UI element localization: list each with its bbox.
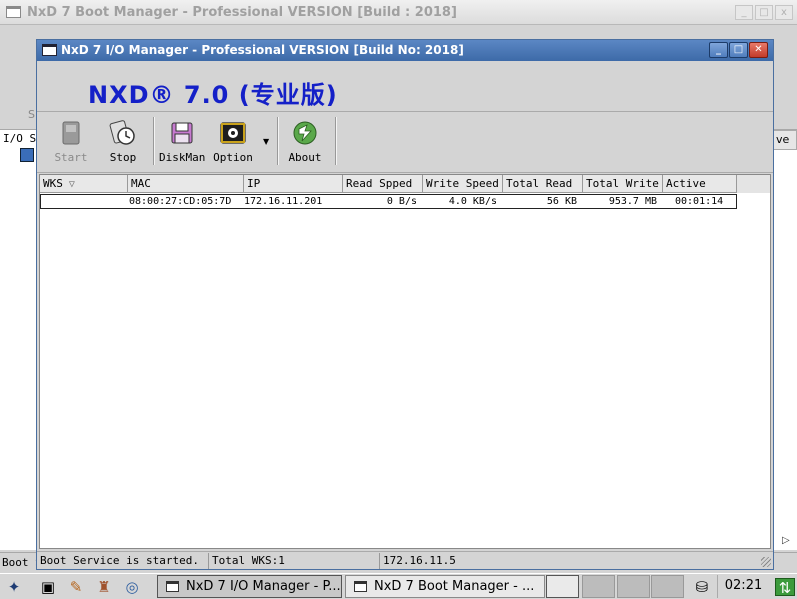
task-label: NxD 7 I/O Manager - P... [186, 579, 341, 594]
boot-manager-tree[interactable]: I/O S [0, 130, 38, 550]
close-button[interactable]: x [775, 5, 793, 20]
about-icon [293, 121, 317, 145]
option-button[interactable]: Option [211, 117, 255, 169]
cell-total-write: 953.7 MB [608, 196, 657, 207]
cell-active: 00:01:14 [675, 196, 724, 207]
start-menu-icon[interactable]: ✦ [4, 578, 24, 596]
stop-icon [109, 120, 135, 145]
cell-read-speed: 0 B/s [386, 196, 417, 207]
maximize-button[interactable]: □ [755, 5, 773, 20]
editor-icon[interactable]: ✎ [66, 578, 86, 596]
column-header-fragment: ve [772, 130, 797, 150]
task-io-manager[interactable]: NxD 7 I/O Manager - P... [157, 575, 342, 598]
product-banner: NXD® 7.0 (专业版) [37, 61, 773, 112]
diskman-icon [171, 122, 193, 144]
taskbar: ✦ ▣ ✎ ♜ ◎ NxD 7 I/O Manager - P... NxD 7… [0, 573, 797, 599]
window-icon [42, 44, 57, 56]
start-icon [62, 121, 80, 145]
table-row[interactable]: 08:00:27:CD:05:7D 172.16.11.201 0 B/s 4.… [40, 194, 737, 209]
toolbar: Start Stop DiskMan Option ▼ About [37, 113, 773, 173]
task-boot-manager[interactable]: NxD 7 Boot Manager - ... [345, 575, 545, 598]
scroll-right-arrow-icon[interactable]: ▷ [782, 535, 790, 546]
list-header: WKS ▽ MAC IP Read Spped Write Speed Total… [40, 175, 770, 193]
task-label: NxD 7 Boot Manager - ... [374, 579, 535, 594]
update-icon[interactable]: ⇅ [775, 578, 795, 597]
toolbar-separator [277, 117, 279, 165]
column-header-write-speed[interactable]: Write Speed [423, 175, 503, 193]
column-header-read-speed[interactable]: Read Spped [343, 175, 423, 193]
boot-manager-list-area [772, 150, 797, 550]
status-total-wks: Total WKS:1 [210, 553, 380, 569]
diskman-label: DiskMan [159, 151, 206, 164]
terminal-icon[interactable]: ▣ [38, 578, 58, 596]
desktop-pager-2[interactable] [582, 575, 615, 598]
cell-mac: 08:00:27:CD:05:7D [129, 196, 232, 207]
column-header-ip[interactable]: IP [244, 175, 343, 193]
column-header-wks[interactable]: WKS ▽ [40, 175, 128, 193]
minimize-button[interactable]: _ [735, 5, 753, 20]
option-dropdown-arrow-icon[interactable]: ▼ [263, 137, 269, 146]
about-button[interactable]: About [285, 117, 325, 169]
column-header-total-read[interactable]: Total Read [503, 175, 583, 193]
clock[interactable]: 02:21 [717, 575, 769, 598]
paint-icon[interactable]: ♜ [94, 578, 114, 596]
desktop-pager-1[interactable] [546, 575, 579, 598]
desktop-pager-4[interactable] [651, 575, 684, 598]
cell-ip: 172.16.11.201 [244, 196, 323, 207]
stop-label: Stop [109, 151, 137, 164]
io-manager-title: NxD 7 I/O Manager - Professional VERSION… [61, 43, 464, 57]
desktop-pager-3[interactable] [617, 575, 650, 598]
io-manager-status-bar: Boot Service is started. Total WKS:1 172… [37, 551, 773, 569]
toolbar-separator [153, 117, 155, 165]
column-header-total-write[interactable]: Total Write [583, 175, 663, 193]
cell-wks [43, 195, 127, 209]
product-logo: NXD® 7.0 (专业版) [88, 81, 338, 109]
close-button[interactable]: ✕ [749, 42, 768, 58]
tree-root-label: I/O S [3, 132, 37, 145]
window-icon [166, 581, 179, 592]
boot-manager-tool-label: S [28, 108, 35, 121]
column-header-active[interactable]: Active [663, 175, 737, 193]
io-manager-window: NxD 7 I/O Manager - Professional VERSION… [36, 39, 774, 570]
about-label: About [288, 151, 322, 164]
cell-write-speed: 4.0 KB/s [448, 196, 497, 207]
option-icon [220, 122, 246, 144]
network-icon[interactable]: ◎ [122, 578, 142, 596]
diskman-button[interactable]: DiskMan [159, 117, 205, 169]
drive-icon[interactable]: ⛁ [692, 578, 712, 596]
status-server-ip: 172.16.11.5 [383, 554, 456, 567]
io-manager-title-bar[interactable]: NxD 7 I/O Manager - Professional VERSION… [37, 40, 773, 61]
column-header-mac[interactable]: MAC [128, 175, 244, 193]
start-button[interactable]: Start [51, 117, 91, 169]
boot-manager-title-bar[interactable]: NxD 7 Boot Manager - Professional VERSIO… [0, 0, 797, 25]
start-label: Start [54, 151, 88, 164]
toolbar-separator [335, 117, 337, 165]
maximize-button[interactable]: □ [729, 42, 748, 58]
resize-grip[interactable] [761, 557, 771, 567]
option-label: Option [213, 151, 253, 164]
workstation-list[interactable]: WKS ▽ MAC IP Read Spped Write Speed Total… [39, 174, 771, 549]
minimize-button[interactable]: _ [709, 42, 728, 58]
window-icon [354, 581, 367, 592]
cell-total-read: 56 KB [546, 196, 577, 207]
status-message: Boot Service is started. [38, 553, 209, 569]
window-icon [6, 6, 21, 18]
boot-manager-title: NxD 7 Boot Manager - Professional VERSIO… [27, 5, 457, 20]
stop-button[interactable]: Stop [103, 117, 143, 169]
tree-node-icon[interactable] [20, 148, 34, 162]
sort-down-icon: ▽ [68, 179, 75, 190]
